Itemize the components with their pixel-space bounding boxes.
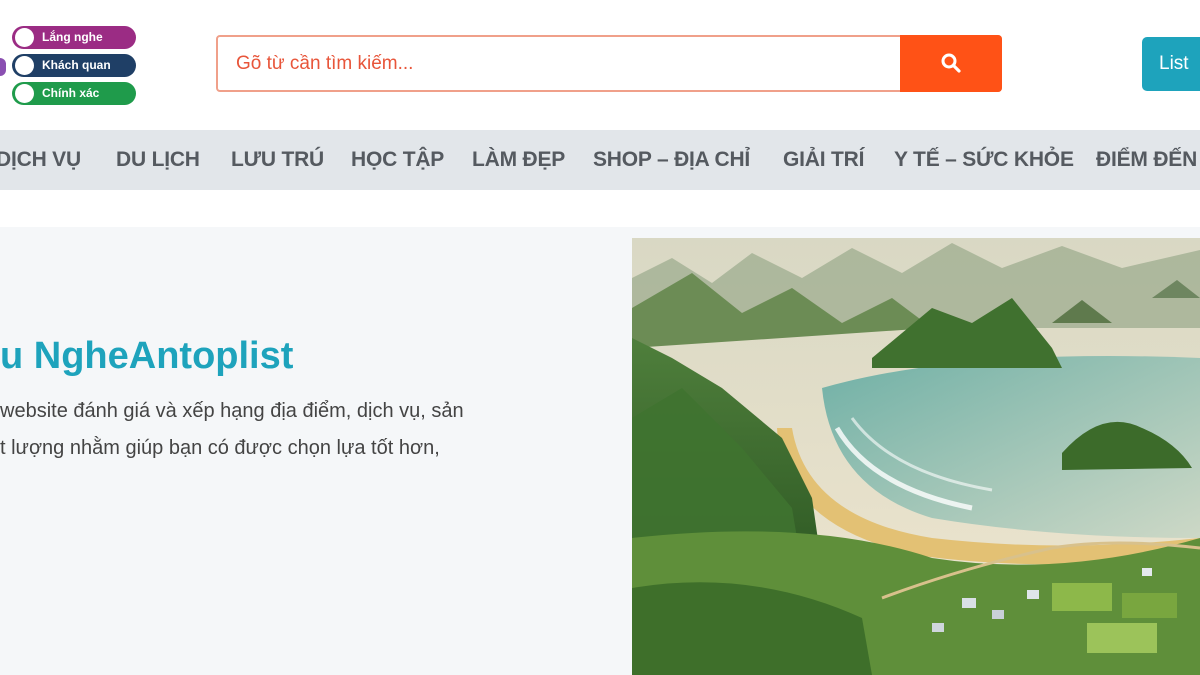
header: Lắng nghe Khách quan Chính xác List: [0, 0, 1200, 130]
hero-title: u NgheAntoplist: [0, 335, 294, 377]
badge-khach-quan: Khách quan: [12, 54, 136, 77]
nav-item-luu-tru[interactable]: LƯU TRÚ: [231, 130, 324, 190]
hero-section: u NgheAntoplist website đánh giá và xếp …: [0, 227, 1200, 675]
hero-description-line: t lượng nhằm giúp bạn có được chọn lựa t…: [0, 437, 440, 459]
badge-lang-nghe: Lắng nghe: [12, 26, 136, 49]
circle-icon: [15, 28, 34, 47]
circle-icon: [15, 84, 34, 103]
landscape-image: [632, 238, 1200, 675]
nav-item-shop-dia-chi[interactable]: SHOP – ĐỊA CHỈ: [593, 130, 750, 190]
circle-icon: [15, 56, 34, 75]
badge-label: Chính xác: [42, 86, 100, 100]
hero-description: website đánh giá và xếp hạng địa điểm, d…: [0, 393, 600, 467]
badge-label: Lắng nghe: [42, 30, 103, 44]
badge-label: Khách quan: [42, 58, 111, 72]
nav-item-lam-dep[interactable]: LÀM ĐẸP: [472, 130, 565, 190]
nav-item-giai-tri[interactable]: GIẢI TRÍ: [783, 130, 864, 190]
search-bar: [216, 35, 1002, 92]
logo-badges[interactable]: Lắng nghe Khách quan Chính xác: [12, 26, 136, 110]
search-input[interactable]: [218, 37, 902, 90]
nav-item-diem-den[interactable]: ĐIỂM ĐẾN: [1096, 130, 1197, 190]
nav-item-dich-vu[interactable]: DỊCH VỤ: [0, 130, 81, 190]
hero-image: [632, 238, 1200, 675]
nav-item-hoc-tap[interactable]: HỌC TẬP: [351, 130, 444, 190]
badge-chinh-xac: Chính xác: [12, 82, 136, 105]
search-icon: [941, 53, 961, 73]
search-button[interactable]: [900, 35, 1002, 92]
nav-item-du-lich[interactable]: DU LỊCH: [116, 130, 200, 190]
nav-item-y-te-suc-khoe[interactable]: Y TẾ – SỨC KHỎE: [894, 130, 1074, 190]
hero-description-line: website đánh giá và xếp hạng địa điểm, d…: [0, 400, 464, 422]
main-nav: DỊCH VỤ DU LỊCH LƯU TRÚ HỌC TẬP LÀM ĐẸP …: [0, 130, 1200, 190]
list-button[interactable]: List: [1142, 37, 1200, 91]
logo-mark: [0, 58, 6, 76]
